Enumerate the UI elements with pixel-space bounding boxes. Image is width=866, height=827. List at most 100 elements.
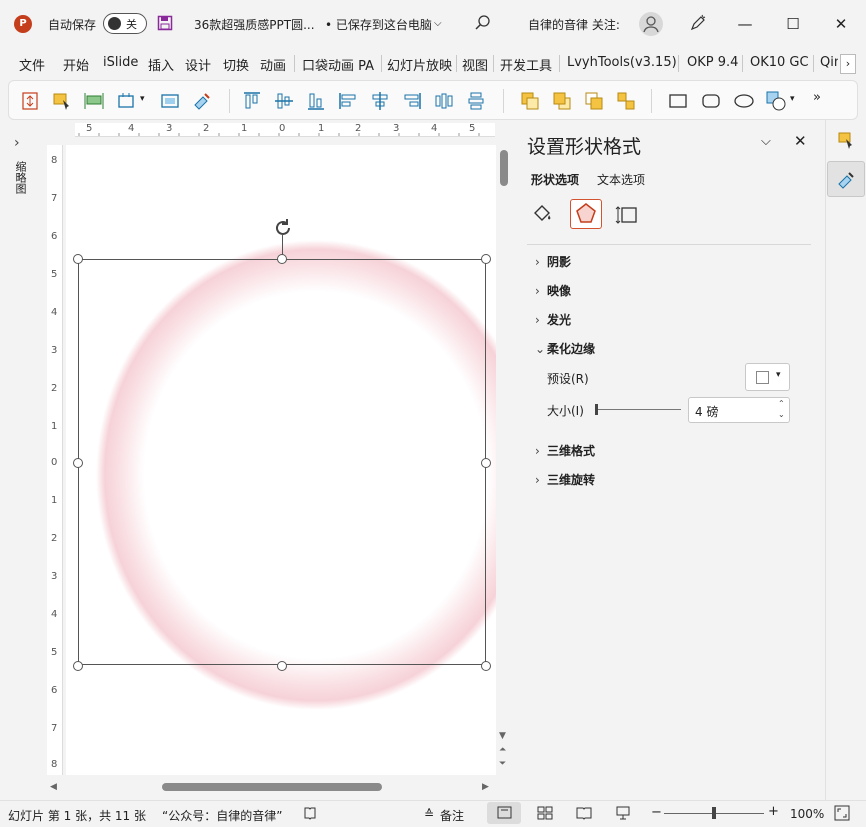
rotate-handle-icon[interactable] — [272, 217, 294, 239]
slide-canvas[interactable] — [66, 145, 496, 775]
tab-text-options[interactable]: 文本选项 — [597, 171, 645, 188]
scroll-down-icon[interactable]: ▼ — [499, 731, 506, 741]
vertical-scrollbar[interactable]: ▼ ⏶ ⏷ — [497, 145, 511, 775]
size-value[interactable]: 4 磅 — [695, 403, 718, 420]
chevron-down-icon[interactable]: ▾ — [140, 94, 145, 104]
resize-handle-t[interactable] — [277, 254, 287, 264]
tab-home[interactable]: 开始 — [63, 55, 89, 74]
send-backward-icon[interactable] — [551, 90, 573, 112]
file-name[interactable]: 36款超强质感PPT圆... — [194, 16, 315, 33]
size-spinner[interactable]: 4 磅 ⌃ ⌄ — [688, 397, 790, 423]
format-pane-toggle[interactable] — [827, 161, 865, 197]
tab-islide[interactable]: iSlide — [103, 55, 138, 70]
designer-pen-icon[interactable] — [689, 14, 707, 32]
align-middle-icon[interactable] — [273, 90, 295, 112]
align-center-icon[interactable] — [369, 90, 391, 112]
bring-forward-icon[interactable] — [519, 90, 541, 112]
selection-box[interactable] — [78, 259, 486, 665]
slide-counter[interactable]: 幻灯片 第 1 张，共 11 张 — [8, 807, 146, 824]
scroll-right-icon[interactable]: ▶ — [482, 782, 489, 792]
tab-lvyhtools[interactable]: LvyhTools(v3.15) — [567, 55, 677, 70]
reading-view-icon[interactable] — [576, 806, 592, 820]
maximize-button[interactable]: ☐ — [770, 0, 816, 48]
section-glow[interactable]: › 发光 — [535, 311, 571, 328]
horizontal-scrollbar[interactable]: ◀ ▶ — [46, 779, 494, 795]
pane-options-chevron-icon[interactable]: ⌵ — [761, 134, 771, 149]
resize-handle-r[interactable] — [481, 458, 491, 468]
tab-design[interactable]: 设计 — [185, 55, 211, 74]
section-shadow[interactable]: › 阴影 — [535, 253, 571, 270]
section-soft-edges[interactable]: ⌄ 柔化边缘 — [535, 340, 595, 357]
accessibility-icon[interactable] — [303, 806, 317, 820]
bring-to-front-icon[interactable] — [583, 90, 605, 112]
minimize-button[interactable]: — — [722, 0, 768, 48]
spin-down-icon[interactable]: ⌄ — [778, 410, 785, 419]
resize-handle-tl[interactable] — [73, 254, 83, 264]
zoom-in-icon[interactable]: + — [768, 804, 779, 819]
oval-icon[interactable] — [733, 90, 755, 112]
resize-handle-bl[interactable] — [73, 661, 83, 671]
tab-ok10[interactable]: OK10 GC — [750, 55, 809, 70]
preset-dropdown[interactable]: ▾ — [745, 363, 790, 391]
align-right-icon[interactable] — [401, 90, 423, 112]
expand-chevron-icon[interactable]: › — [14, 135, 20, 151]
chevron-down-icon[interactable]: ⌵ — [434, 18, 442, 29]
scroll-left-icon[interactable]: ◀ — [50, 782, 57, 792]
tab-transitions[interactable]: 切换 — [223, 55, 249, 74]
effects-icon[interactable] — [570, 199, 602, 229]
normal-view-button[interactable] — [487, 802, 521, 824]
size-properties-icon[interactable] — [615, 201, 641, 227]
scroll-thumb[interactable] — [500, 150, 508, 186]
align-bottom-icon[interactable] — [305, 90, 327, 112]
notes-button[interactable]: 备注 — [440, 807, 464, 824]
tab-developer[interactable]: 开发工具 — [500, 55, 552, 74]
size-slider[interactable] — [597, 409, 681, 410]
close-window-button[interactable]: ✕ — [818, 0, 864, 48]
align-top-icon[interactable] — [241, 90, 263, 112]
tab-qin[interactable]: Qin — [820, 55, 838, 70]
select-pane-icon[interactable] — [51, 90, 73, 112]
tab-animations[interactable]: 动画 — [260, 55, 286, 74]
resize-handle-b[interactable] — [277, 661, 287, 671]
fit-slide-icon[interactable] — [834, 805, 850, 821]
distribute-icon[interactable] — [83, 90, 105, 112]
tab-shape-options[interactable]: 形状选项 — [531, 171, 579, 188]
distribute-vertical-icon[interactable] — [465, 90, 487, 112]
fill-line-icon[interactable] — [529, 201, 555, 227]
save-icon[interactable] — [157, 15, 173, 31]
notes-icon[interactable]: ≙ — [424, 807, 434, 821]
spin-up-icon[interactable]: ⌃ — [778, 399, 785, 408]
tab-okp[interactable]: OKP 9.4 — [687, 55, 738, 70]
avatar[interactable] — [639, 12, 663, 36]
slideshow-icon[interactable] — [615, 806, 631, 820]
zoom-slider-thumb[interactable] — [712, 807, 716, 819]
rectangle-icon[interactable] — [667, 90, 689, 112]
tab-insert[interactable]: 插入 — [148, 55, 174, 74]
search-icon[interactable] — [474, 14, 492, 32]
prev-slide-icon[interactable]: ⏶ — [499, 745, 506, 755]
align-left-icon[interactable] — [337, 90, 359, 112]
saved-status[interactable]: • 已保存到这台电脑 — [325, 16, 432, 33]
section-3d-rotation[interactable]: › 三维旋转 — [535, 471, 595, 488]
autosave-toggle[interactable]: 关 — [103, 13, 147, 34]
resize-handle-br[interactable] — [481, 661, 491, 671]
more-chevron-icon[interactable]: » — [813, 90, 821, 105]
tab-view[interactable]: 视图 — [462, 55, 488, 74]
thumbnail-label[interactable]: 缩略图 — [13, 161, 27, 194]
frame-icon[interactable] — [159, 90, 181, 112]
resize-handle-l[interactable] — [73, 458, 83, 468]
group-icon[interactable] — [615, 90, 637, 112]
tab-pocket-animation[interactable]: 口袋动画 PA — [302, 55, 374, 74]
text-direction-icon[interactable] — [19, 90, 41, 112]
section-3d-format[interactable]: › 三维格式 — [535, 442, 595, 459]
chevron-down-icon[interactable]: ▾ — [790, 94, 795, 104]
slide-sorter-icon[interactable] — [537, 806, 553, 820]
next-slide-icon[interactable]: ⏷ — [499, 759, 506, 769]
close-pane-icon[interactable]: ✕ — [794, 132, 807, 150]
rounded-rectangle-icon[interactable] — [700, 90, 722, 112]
chevron-right-icon[interactable]: › — [840, 54, 856, 74]
zoom-level[interactable]: 100% — [790, 807, 824, 821]
tab-slideshow[interactable]: 幻灯片放映 — [387, 55, 452, 74]
shapes-icon[interactable] — [765, 90, 787, 112]
h-scroll-thumb[interactable] — [162, 783, 382, 791]
